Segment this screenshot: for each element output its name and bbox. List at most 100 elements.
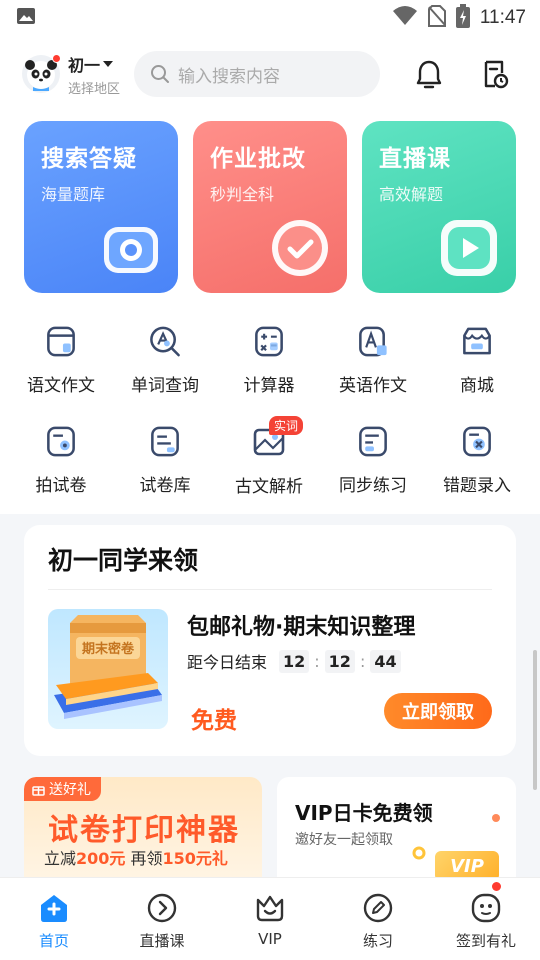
live-icon bbox=[147, 893, 177, 923]
tab-label: 首页 bbox=[38, 932, 69, 950]
tool-mistake-entry[interactable]: 错题录入 bbox=[425, 406, 529, 496]
new-badge: 实词 bbox=[269, 416, 304, 435]
tool-label: 单词查询 bbox=[131, 376, 199, 396]
practice-tab-icon bbox=[363, 893, 393, 923]
search-placeholder: 输入搜索内容 bbox=[178, 66, 281, 87]
grade-label: 初一 bbox=[68, 55, 101, 75]
feature-cards: 搜索答疑 海量题库 作业批改 秒判全科 直播课 高效解题 bbox=[0, 112, 540, 306]
tool-label: 错题录入 bbox=[443, 476, 511, 496]
promo-thumbnail[interactable]: 期末密卷 bbox=[48, 609, 168, 729]
vip-banner-title: VIP日卡免费领 bbox=[295, 801, 433, 825]
no-sim-icon bbox=[427, 5, 446, 31]
decor-dot bbox=[492, 814, 500, 822]
gift-icon bbox=[32, 785, 45, 796]
price-free: 免费 bbox=[191, 708, 237, 734]
battery-charging-icon bbox=[455, 4, 470, 32]
calculator-icon bbox=[255, 326, 283, 357]
tab-live[interactable]: 直播课 bbox=[108, 878, 216, 960]
checkin-icon bbox=[471, 893, 501, 923]
essay-icon bbox=[47, 326, 75, 357]
promo-title: 初一同学来领 bbox=[48, 546, 199, 575]
card-search-answers[interactable]: 搜索答疑 海量题库 bbox=[24, 121, 178, 293]
avatar-notification-dot bbox=[52, 54, 61, 63]
history-button[interactable] bbox=[480, 59, 510, 89]
vip-banner-subtitle: 邀好友一起领取 bbox=[295, 832, 393, 848]
tool-calculator[interactable]: 计算器 bbox=[217, 306, 321, 396]
decor-ring bbox=[412, 846, 426, 860]
region-hint: 选择地区 bbox=[68, 81, 121, 97]
tab-label: 签到有礼 bbox=[455, 932, 516, 950]
notification-bell-button[interactable] bbox=[414, 59, 444, 89]
tab-label: 直播课 bbox=[139, 932, 185, 950]
vip-icon bbox=[256, 895, 284, 922]
history-record-icon bbox=[484, 60, 509, 89]
photo-paper-icon bbox=[47, 426, 75, 457]
tab-practice[interactable]: 练习 bbox=[324, 878, 432, 960]
tab-vip[interactable]: VIP bbox=[216, 878, 324, 960]
countdown-minutes: 12 bbox=[324, 649, 355, 673]
countdown-label: 距今日结束 bbox=[187, 653, 268, 672]
tool-english-essay[interactable]: 英语作文 bbox=[321, 306, 425, 396]
tool-label: 计算器 bbox=[243, 376, 295, 396]
top-header: 初一 选择地区 输入搜索内容 bbox=[0, 36, 540, 112]
tool-store[interactable]: 商城 bbox=[425, 306, 529, 396]
offer-amount1: 200元 bbox=[76, 849, 126, 868]
tab-home[interactable]: 首页 bbox=[0, 878, 108, 960]
vip-card-image: VIP bbox=[435, 851, 499, 877]
banner-offer: 立减200元 再领150元礼 bbox=[44, 845, 228, 869]
camera-icon bbox=[104, 227, 158, 273]
tool-label: 古文解析 bbox=[235, 477, 303, 497]
banner-vip-day-card[interactable]: VIP日卡免费领 邀好友一起领取 VIP bbox=[277, 777, 516, 877]
tool-word-lookup[interactable]: 单词查询 bbox=[113, 306, 217, 396]
tab-label: VIP bbox=[258, 930, 282, 948]
tool-sync-practice[interactable]: 同步练习 bbox=[321, 406, 425, 496]
product-name: 包邮礼物·期末知识整理 bbox=[187, 615, 416, 640]
tool-label: 商城 bbox=[460, 376, 494, 396]
mistake-entry-icon bbox=[463, 426, 491, 457]
gift-books-image: 期末密卷 bbox=[54, 615, 162, 719]
tool-label: 试卷库 bbox=[139, 476, 191, 496]
practice-icon bbox=[359, 426, 387, 457]
offer-prefix: 立减 bbox=[44, 849, 77, 868]
tool-label: 语文作文 bbox=[27, 376, 95, 396]
tool-label: 英语作文 bbox=[339, 376, 407, 396]
gift-tag: 送好礼 bbox=[24, 777, 101, 801]
tool-label: 拍试卷 bbox=[35, 476, 87, 496]
offer-mid: 再领 bbox=[125, 849, 163, 868]
divider bbox=[48, 589, 492, 590]
tool-chinese-essay[interactable]: 语文作文 bbox=[9, 306, 113, 396]
search-icon bbox=[151, 65, 170, 83]
caret-down-icon bbox=[103, 60, 114, 67]
countdown-seconds: 44 bbox=[370, 649, 401, 673]
check-circle-icon bbox=[272, 220, 328, 276]
checkin-notification-dot bbox=[492, 882, 501, 891]
gallery-notification-icon bbox=[16, 6, 36, 30]
banner-print-tool[interactable]: 送好礼 试卷打印神器 立减200元 再领150元礼 bbox=[24, 777, 262, 877]
gift-tag-label: 送好礼 bbox=[49, 782, 91, 798]
promo-card: 初一同学来领 期末密卷 包邮礼物·期末知识整理 距今日结束 12 : 12 : … bbox=[24, 525, 516, 756]
status-bar: 11:47 bbox=[0, 0, 540, 36]
card-title: 直播课 bbox=[379, 146, 451, 172]
card-subtitle: 高效解题 bbox=[379, 185, 444, 204]
tool-paper-library[interactable]: 试卷库 bbox=[113, 406, 217, 496]
tools-grid: 语文作文 单词查询 计算器 英语作文 商城 拍试卷 试卷库 实词 古文解析 同步… bbox=[0, 306, 540, 514]
store-icon bbox=[463, 327, 491, 355]
card-subtitle: 秒判全科 bbox=[210, 185, 275, 204]
card-live-class[interactable]: 直播课 高效解题 bbox=[362, 121, 516, 293]
countdown-hours: 12 bbox=[279, 649, 310, 673]
search-input[interactable]: 输入搜索内容 bbox=[134, 51, 381, 97]
card-subtitle: 海量题库 bbox=[41, 185, 106, 204]
countdown: 距今日结束 12 : 12 : 44 bbox=[187, 649, 403, 673]
avatar[interactable] bbox=[22, 54, 61, 93]
scrollbar[interactable] bbox=[533, 650, 537, 790]
tool-classical-text[interactable]: 实词 古文解析 bbox=[217, 406, 321, 497]
grade-selector[interactable]: 初一 选择地区 bbox=[68, 52, 120, 97]
claim-now-button[interactable]: 立即领取 bbox=[384, 693, 492, 729]
english-essay-icon bbox=[359, 326, 387, 357]
tab-checkin[interactable]: 签到有礼 bbox=[432, 878, 540, 960]
tab-label: 练习 bbox=[362, 932, 393, 950]
banner-headline: 试卷打印神器 bbox=[48, 813, 240, 848]
card-title: 作业批改 bbox=[210, 146, 306, 172]
card-homework-check[interactable]: 作业批改 秒判全科 bbox=[193, 121, 347, 293]
tool-photo-paper[interactable]: 拍试卷 bbox=[9, 406, 113, 496]
